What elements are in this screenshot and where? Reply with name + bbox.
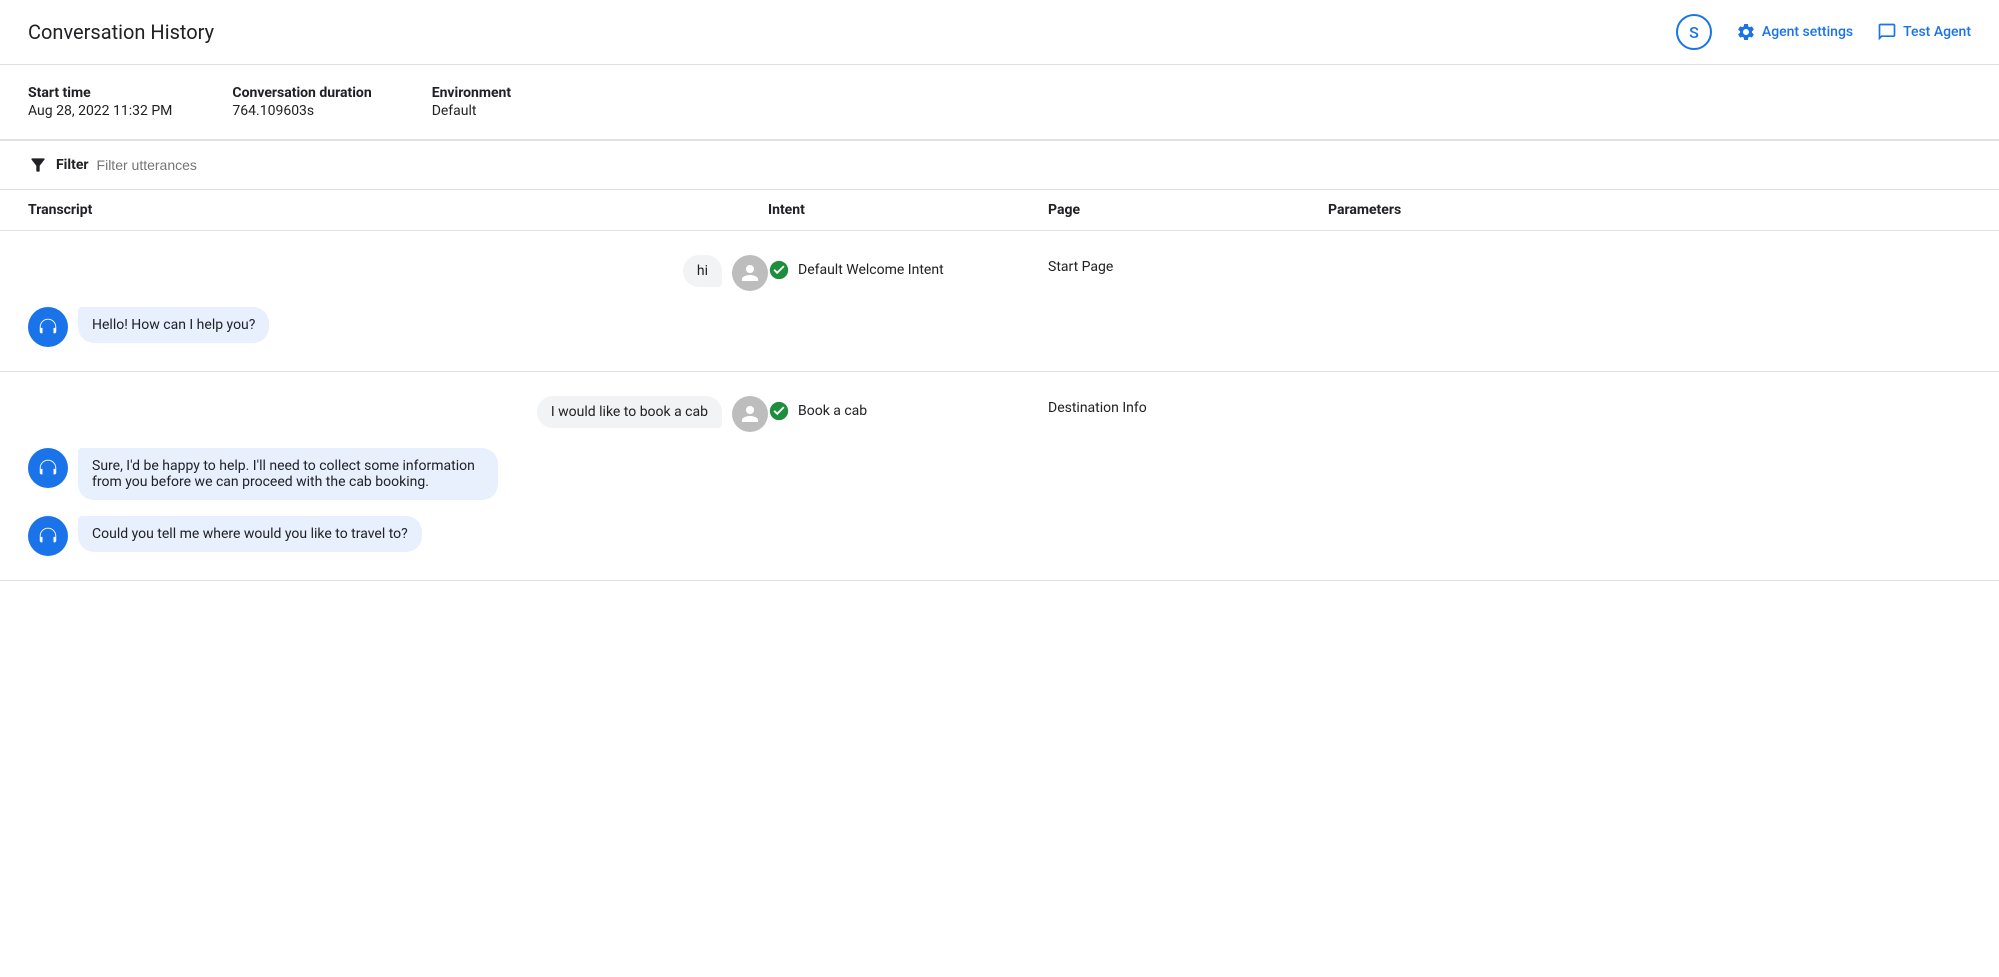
agent-bubble: Sure, I'd be happy to help. I'll need to… <box>78 448 498 500</box>
environment-value: Default <box>432 103 511 119</box>
intent-name: Book a cab <box>798 403 867 419</box>
start-time-label: Start time <box>28 85 172 101</box>
duration-value: 764.109603s <box>232 103 371 119</box>
user-bubble: I would like to book a cab <box>537 396 722 428</box>
user-message-hi: hi <box>28 255 768 291</box>
user-message-cab: I would like to book a cab <box>28 396 768 432</box>
agent-message-travel: Could you tell me where would you like t… <box>28 516 768 556</box>
col-header-parameters: Parameters <box>1328 202 1971 218</box>
agent-bubble: Could you tell me where would you like t… <box>78 516 422 552</box>
page-name: Destination Info <box>1048 400 1147 416</box>
user-avatar-icon <box>732 255 768 291</box>
params-col-1 <box>1328 255 1971 259</box>
conversation-table: Transcript Intent Page Parameters hi <box>0 190 1999 581</box>
table-row: hi Hello! How can I help you? <box>0 231 1999 372</box>
agent-settings-link[interactable]: Agent settings <box>1736 22 1853 42</box>
transcript-col-1: hi Hello! How can I help you? <box>28 255 768 347</box>
meta-info: Start time Aug 28, 2022 11:32 PM Convers… <box>0 65 1999 140</box>
table-header: Transcript Intent Page Parameters <box>0 190 1999 231</box>
test-agent-link[interactable]: Test Agent <box>1877 22 1971 42</box>
test-agent-label: Test Agent <box>1903 24 1971 40</box>
agent-avatar-icon <box>28 448 68 488</box>
page-name: Start Page <box>1048 259 1113 275</box>
filter-input[interactable] <box>97 157 1971 173</box>
agent-message-hello: Hello! How can I help you? <box>28 307 768 347</box>
intent-badge: Book a cab <box>768 400 867 422</box>
agent-settings-label: Agent settings <box>1762 24 1853 40</box>
top-bar-actions: S Agent settings Test Agent <box>1676 14 1971 50</box>
agent-avatar-icon <box>28 307 68 347</box>
chat-icon <box>1877 22 1897 42</box>
intent-badge: Default Welcome Intent <box>768 259 944 281</box>
filter-icon <box>28 155 48 175</box>
page-col-1: Start Page <box>1048 255 1328 275</box>
agent-bubble: Hello! How can I help you? <box>78 307 269 343</box>
page-col-2: Destination Info <box>1048 396 1328 416</box>
intent-col-2: Book a cab <box>768 396 1048 422</box>
meta-duration: Conversation duration 764.109603s <box>232 85 371 119</box>
intent-col-1: Default Welcome Intent <box>768 255 1048 281</box>
meta-start-time: Start time Aug 28, 2022 11:32 PM <box>28 85 172 119</box>
page-title: Conversation History <box>28 20 214 44</box>
params-col-2 <box>1328 396 1971 400</box>
environment-label: Environment <box>432 85 511 101</box>
col-header-transcript: Transcript <box>28 202 768 218</box>
table-row: I would like to book a cab Sure, I'd be … <box>0 372 1999 581</box>
col-header-page: Page <box>1048 202 1328 218</box>
filter-bar: Filter <box>0 140 1999 190</box>
agent-avatar-icon <box>28 516 68 556</box>
intent-name: Default Welcome Intent <box>798 262 944 278</box>
meta-environment: Environment Default <box>432 85 511 119</box>
col-header-intent: Intent <box>768 202 1048 218</box>
duration-label: Conversation duration <box>232 85 371 101</box>
user-bubble: hi <box>683 255 722 287</box>
top-bar: Conversation History S Agent settings Te… <box>0 0 1999 65</box>
start-time-value: Aug 28, 2022 11:32 PM <box>28 103 172 119</box>
user-avatar: S <box>1676 14 1712 50</box>
transcript-col-2: I would like to book a cab Sure, I'd be … <box>28 396 768 556</box>
user-avatar-icon <box>732 396 768 432</box>
agent-message-happy: Sure, I'd be happy to help. I'll need to… <box>28 448 768 500</box>
gear-icon <box>1736 22 1756 42</box>
filter-label: Filter <box>56 157 89 173</box>
